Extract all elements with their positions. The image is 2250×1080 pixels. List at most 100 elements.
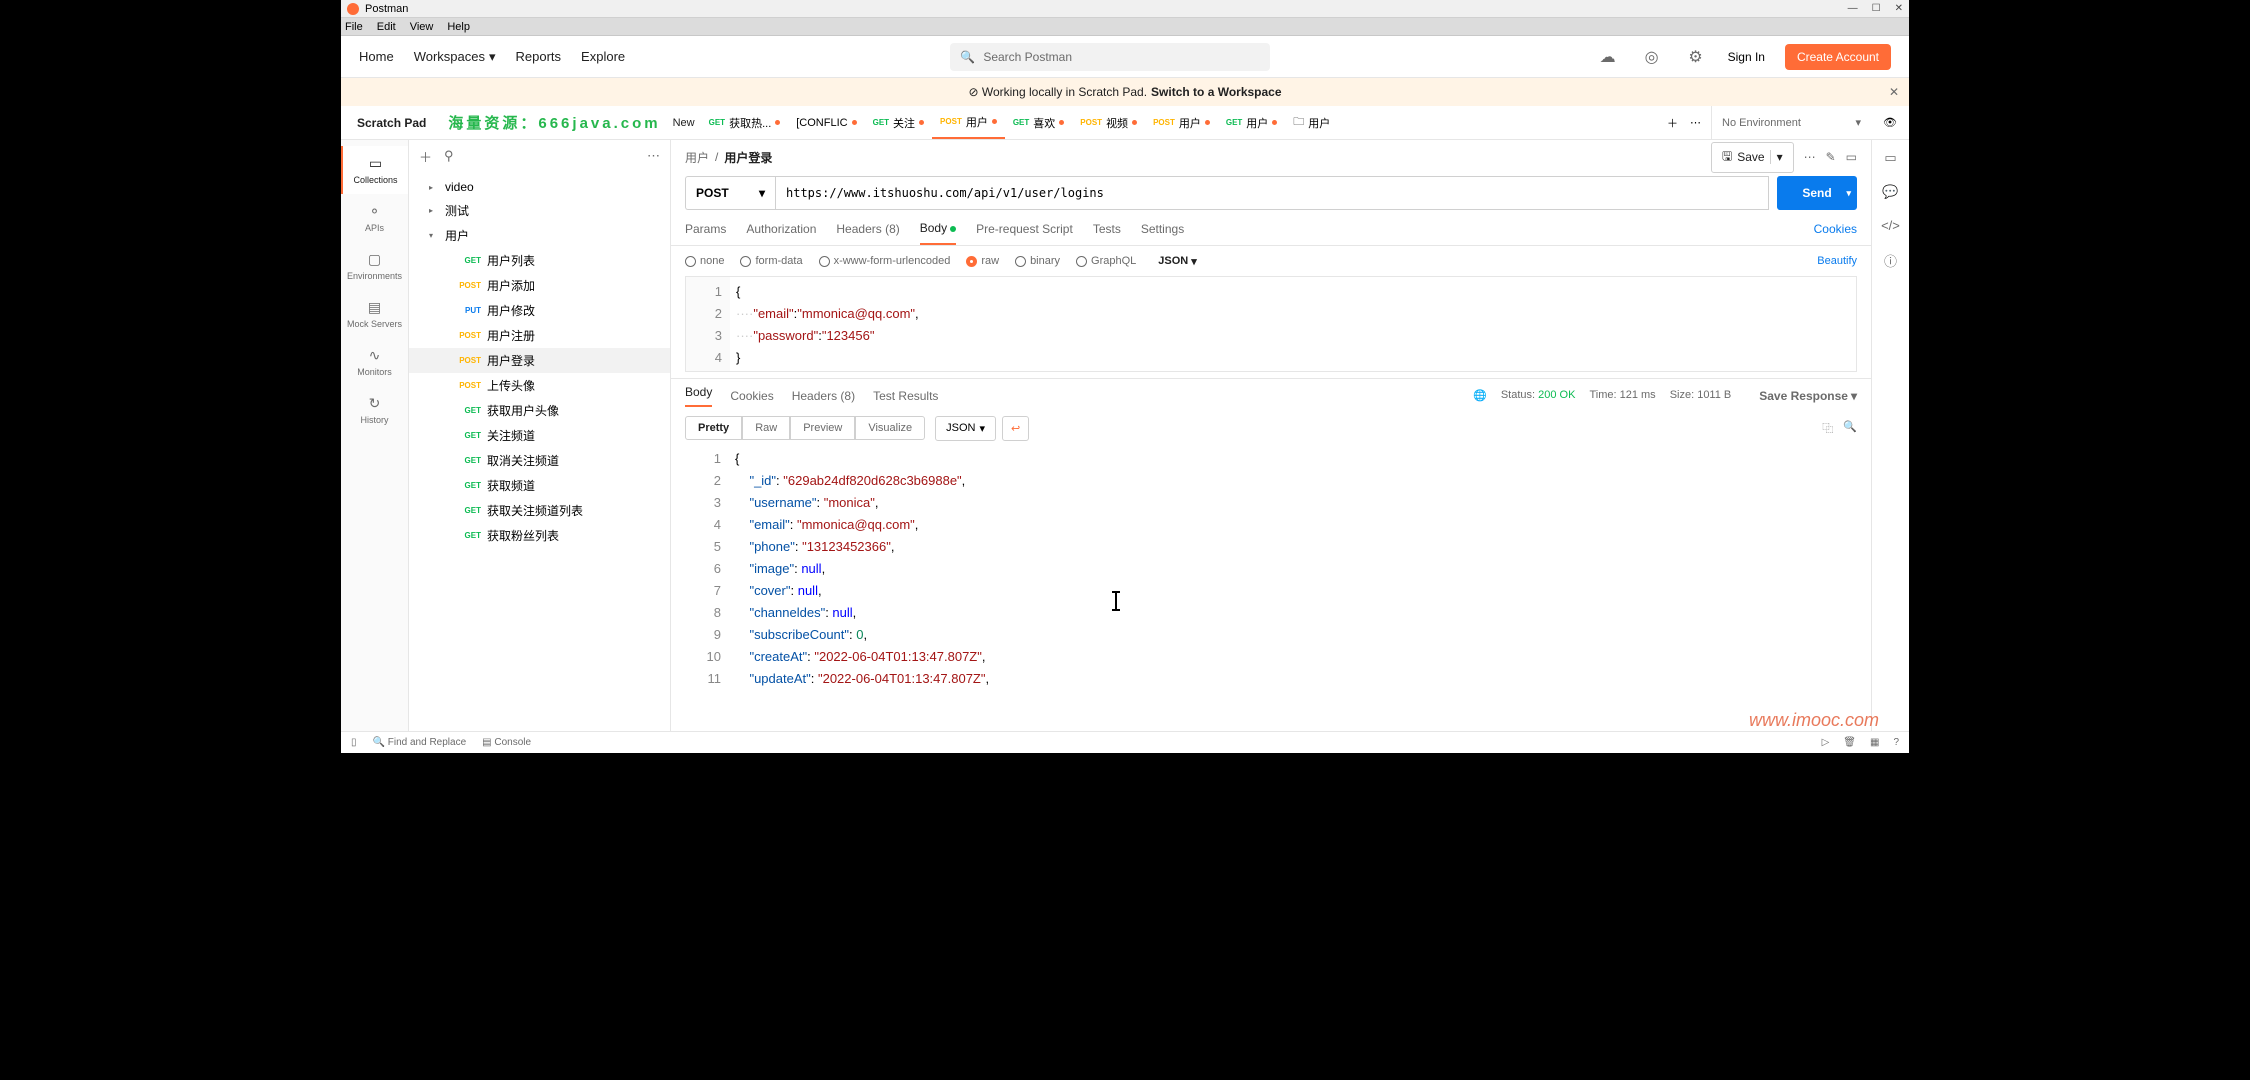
- body-urlencoded[interactable]: x-www-form-urlencoded: [819, 255, 951, 267]
- comments-icon[interactable]: 💬: [1882, 184, 1898, 200]
- method-select[interactable]: POST▾: [685, 176, 775, 210]
- view-raw[interactable]: Raw: [742, 416, 790, 440]
- body-graphql[interactable]: GraphQL: [1076, 255, 1136, 267]
- tab-item[interactable]: 🗀用户: [1285, 106, 1338, 139]
- sidebar-request-item[interactable]: GET获取频道: [409, 473, 670, 498]
- wrap-lines-icon[interactable]: ↩: [1002, 416, 1029, 441]
- rail-environments[interactable]: ▢Environments: [341, 242, 408, 290]
- view-preview[interactable]: Preview: [790, 416, 855, 440]
- runner-button[interactable]: ▷: [1822, 737, 1830, 748]
- resp-format-select[interactable]: JSON▾: [935, 416, 996, 441]
- sidebar-request-item[interactable]: POST用户登录: [409, 348, 670, 373]
- send-button[interactable]: Send▾: [1777, 176, 1857, 210]
- create-account-button[interactable]: Create Account: [1785, 44, 1891, 70]
- add-collection-icon[interactable]: ＋: [419, 147, 432, 166]
- tab-params[interactable]: Params: [685, 214, 726, 244]
- tab-item[interactable]: GET获取热...: [701, 106, 789, 139]
- body-binary[interactable]: binary: [1015, 255, 1060, 267]
- tab-authorization[interactable]: Authorization: [746, 214, 816, 244]
- breadcrumb-parent[interactable]: 用户: [685, 149, 709, 166]
- sidebar-request-item[interactable]: POST用户注册: [409, 323, 670, 348]
- banner-close-icon[interactable]: ✕: [1889, 85, 1899, 99]
- nav-home[interactable]: Home: [359, 49, 394, 64]
- env-quick-look-icon[interactable]: 👁: [1871, 116, 1909, 129]
- rail-mock-servers[interactable]: ▤Mock Servers: [341, 290, 408, 338]
- body-raw[interactable]: raw: [966, 255, 999, 267]
- tab-item[interactable]: GET用户: [1218, 106, 1285, 139]
- maximize-icon[interactable]: ☐: [1872, 3, 1881, 14]
- copy-icon[interactable]: ⿻: [1822, 420, 1833, 436]
- search-icon[interactable]: 🔍: [1843, 420, 1857, 436]
- sync-icon[interactable]: ☁: [1596, 45, 1620, 69]
- body-formdata[interactable]: form-data: [740, 255, 802, 267]
- sidebar-request-item[interactable]: GET获取用户头像: [409, 398, 670, 423]
- docs-icon[interactable]: ▭: [1884, 150, 1896, 166]
- edit-icon[interactable]: ✎: [1826, 150, 1836, 164]
- sidebar-request-item[interactable]: POST用户添加: [409, 273, 670, 298]
- chevron-down-icon[interactable]: ▾: [1846, 188, 1851, 199]
- more-icon[interactable]: ⋯: [1804, 150, 1816, 164]
- tab-item-active[interactable]: POST用户: [932, 106, 1005, 139]
- tab-prerequest[interactable]: Pre-request Script: [976, 214, 1073, 244]
- more-icon[interactable]: ⋯: [647, 148, 660, 164]
- tab-headers[interactable]: Headers (8): [836, 214, 899, 244]
- sidebar-request-item[interactable]: POST上传头像: [409, 373, 670, 398]
- new-button[interactable]: New: [667, 117, 701, 129]
- rail-collections[interactable]: ▭Collections: [341, 146, 408, 194]
- tab-item[interactable]: [CONFLIC: [788, 106, 864, 139]
- search-input[interactable]: 🔍 Search Postman: [950, 43, 1270, 71]
- folder-test[interactable]: ▸测试: [409, 198, 670, 223]
- beautify-button[interactable]: Beautify: [1817, 255, 1857, 267]
- resp-tab-body[interactable]: Body: [685, 385, 712, 407]
- resp-tab-testresults[interactable]: Test Results: [873, 389, 938, 403]
- body-format-select[interactable]: JSON▾: [1158, 255, 1197, 268]
- tab-item[interactable]: GET喜欢: [1005, 106, 1072, 139]
- sidebar-request-item[interactable]: GET关注频道: [409, 423, 670, 448]
- environment-select[interactable]: No Environment▾: [1711, 106, 1871, 139]
- view-pretty[interactable]: Pretty: [685, 416, 742, 440]
- response-body-viewer[interactable]: 1234567891011 { "_id": "629ab24df820d628…: [685, 444, 1857, 731]
- nav-explore[interactable]: Explore: [581, 49, 625, 64]
- add-tab-icon[interactable]: ＋: [1667, 115, 1678, 131]
- find-replace-button[interactable]: 🔍 Find and Replace: [373, 737, 467, 748]
- body-none[interactable]: none: [685, 255, 724, 267]
- resp-tab-cookies[interactable]: Cookies: [730, 389, 773, 403]
- sidebar-request-item[interactable]: GET取消关注频道: [409, 448, 670, 473]
- code-icon[interactable]: </>: [1881, 218, 1900, 233]
- save-button[interactable]: 🖫Save▾: [1711, 142, 1794, 173]
- layout-icon[interactable]: ▦: [1870, 737, 1879, 748]
- url-input[interactable]: [775, 176, 1769, 210]
- nav-workspaces[interactable]: Workspaces▾: [414, 49, 496, 65]
- cookies-link[interactable]: Cookies: [1814, 222, 1857, 236]
- menu-file[interactable]: File: [345, 21, 363, 33]
- sidebar-request-item[interactable]: PUT用户修改: [409, 298, 670, 323]
- trash-icon[interactable]: 🗑: [1843, 737, 1856, 748]
- view-visualize[interactable]: Visualize: [855, 416, 925, 440]
- console-button[interactable]: ▤ Console: [482, 737, 531, 748]
- folder-user[interactable]: ▾用户: [409, 223, 670, 248]
- sidebar-request-item[interactable]: GET获取粉丝列表: [409, 523, 670, 548]
- help-icon[interactable]: ?: [1893, 737, 1899, 748]
- tab-tests[interactable]: Tests: [1093, 214, 1121, 244]
- filter-icon[interactable]: ⚲: [444, 148, 454, 164]
- sidebar-request-item[interactable]: GET用户列表: [409, 248, 670, 273]
- tab-body[interactable]: Body: [920, 213, 956, 245]
- info-icon[interactable]: ⓘ: [1884, 251, 1897, 270]
- menu-view[interactable]: View: [410, 21, 434, 33]
- rail-monitors[interactable]: ∿Monitors: [341, 338, 408, 386]
- more-tabs-icon[interactable]: ⋯: [1690, 116, 1701, 129]
- tab-settings[interactable]: Settings: [1141, 214, 1184, 244]
- signin-button[interactable]: Sign In: [1728, 50, 1765, 64]
- tab-item[interactable]: GET关注: [865, 106, 932, 139]
- resp-tab-headers[interactable]: Headers (8): [792, 389, 855, 403]
- close-icon[interactable]: ✕: [1895, 3, 1903, 14]
- menu-edit[interactable]: Edit: [377, 21, 396, 33]
- nav-reports[interactable]: Reports: [516, 49, 562, 64]
- comment-icon[interactable]: ▭: [1846, 150, 1857, 164]
- sidebar-toggle-icon[interactable]: ▯: [351, 737, 357, 748]
- menu-help[interactable]: Help: [447, 21, 470, 33]
- save-response-button[interactable]: Save Response▾: [1759, 389, 1857, 403]
- sidebar-request-item[interactable]: GET获取关注频道列表: [409, 498, 670, 523]
- switch-workspace-link[interactable]: Switch to a Workspace: [1151, 85, 1281, 99]
- settings-icon[interactable]: ⚙: [1684, 45, 1708, 69]
